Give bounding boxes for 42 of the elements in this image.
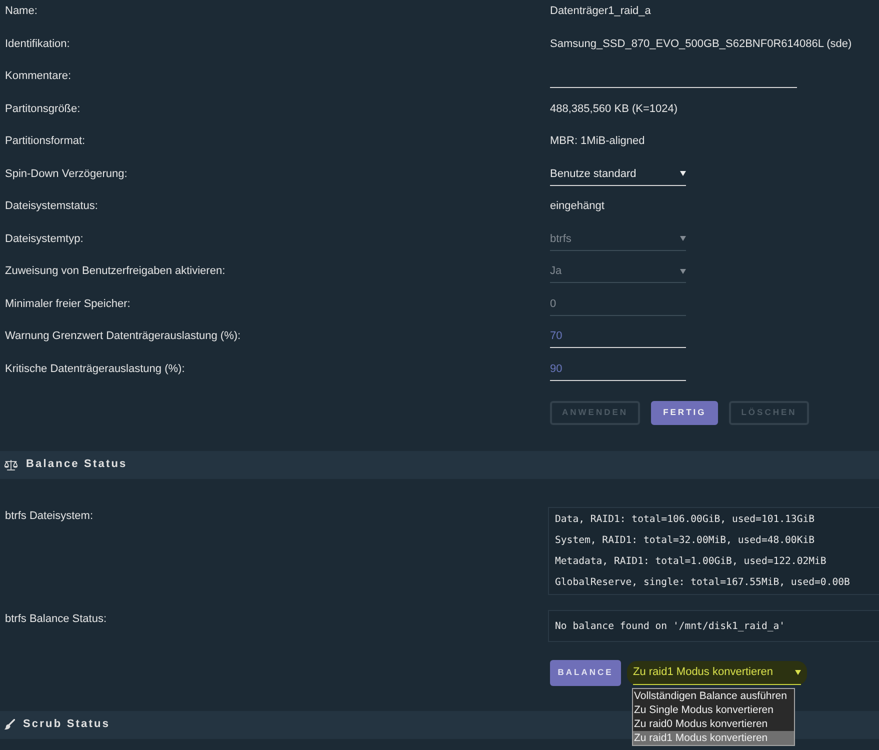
number-input[interactable]: 90 <box>550 358 686 380</box>
field-value: eingehängt <box>550 200 604 212</box>
field-label: Name: <box>4 4 38 19</box>
field-label: btrfs Balance Status: <box>4 612 108 626</box>
caret-icon <box>680 236 686 241</box>
brush-icon <box>4 719 15 730</box>
dropdown-option[interactable]: Zu Single Modus konvertieren <box>633 702 794 717</box>
dropdown-option[interactable]: Zu raid0 Modus konvertieren <box>633 716 794 732</box>
caret-icon <box>680 268 686 274</box>
field-label: Warnung Grenzwert Datenträgerauslastung (%): <box>4 329 242 344</box>
field-label: Kritische Datenträgerauslastung (%): <box>4 362 186 376</box>
dropdown-select[interactable]: Benutze standard <box>550 162 686 186</box>
output-line: Metadata, RAID1: total=1.00GiB, used=122.02MiB <box>555 554 828 568</box>
field-value: 488,385,560 KB (K=1024) <box>550 102 678 114</box>
field-value: Datenträger1_raid_a <box>550 5 651 17</box>
section-title: Scrub Status <box>23 717 110 732</box>
field-value: Samsung_SSD_870_EVO_500GB_S62BNF0R614086L (sde) <box>550 38 852 50</box>
scale-icon <box>4 458 18 470</box>
field-label: Minimaler freier Speicher: <box>4 296 132 312</box>
action-button[interactable]: FERTIG <box>651 400 718 424</box>
field-label: btrfs Dateisystem: <box>4 508 94 524</box>
dropdown-option[interactable]: Zu raid1 Modus konvertieren <box>633 731 794 746</box>
field-label: Dateisystemtyp: <box>4 232 84 246</box>
field-label: Zuweisung von Benutzerfreigaben aktivieren: <box>4 264 226 279</box>
field-label: Dateisystemstatus: <box>4 199 99 214</box>
field-label: Spin-Down Verzögerung: <box>4 166 128 182</box>
output-line: GlobalReserve, single: total=167.55MiB, used=0.00B <box>555 576 851 590</box>
number-input[interactable]: 70 <box>550 325 686 348</box>
field-label: Kommentare: <box>4 69 72 84</box>
field-label: Partitionsformat: <box>4 134 86 149</box>
output-line: Data, RAID1: total=106.00GiB, used=101.13GiB <box>555 512 816 526</box>
balance-button[interactable]: BALANCE <box>550 660 621 686</box>
mode-dropdown[interactable]: Zu raid1 Modus konvertieren <box>627 660 807 684</box>
caret-icon <box>795 670 801 674</box>
field-label: Partitonsgröße: <box>4 102 82 116</box>
output-line: No balance found on '/mnt/disk1_raid_a' <box>555 620 786 634</box>
dropdown-option[interactable]: Vollständigen Balance ausführen <box>633 688 794 703</box>
caret-icon <box>680 171 686 176</box>
field-label: Identifikation: <box>4 36 71 52</box>
section-title: Balance Status <box>26 457 128 472</box>
output-line: System, RAID1: total=32.00MiB, used=48.00KiB <box>555 534 816 548</box>
field-value: MBR: 1MiB-aligned <box>550 135 645 147</box>
